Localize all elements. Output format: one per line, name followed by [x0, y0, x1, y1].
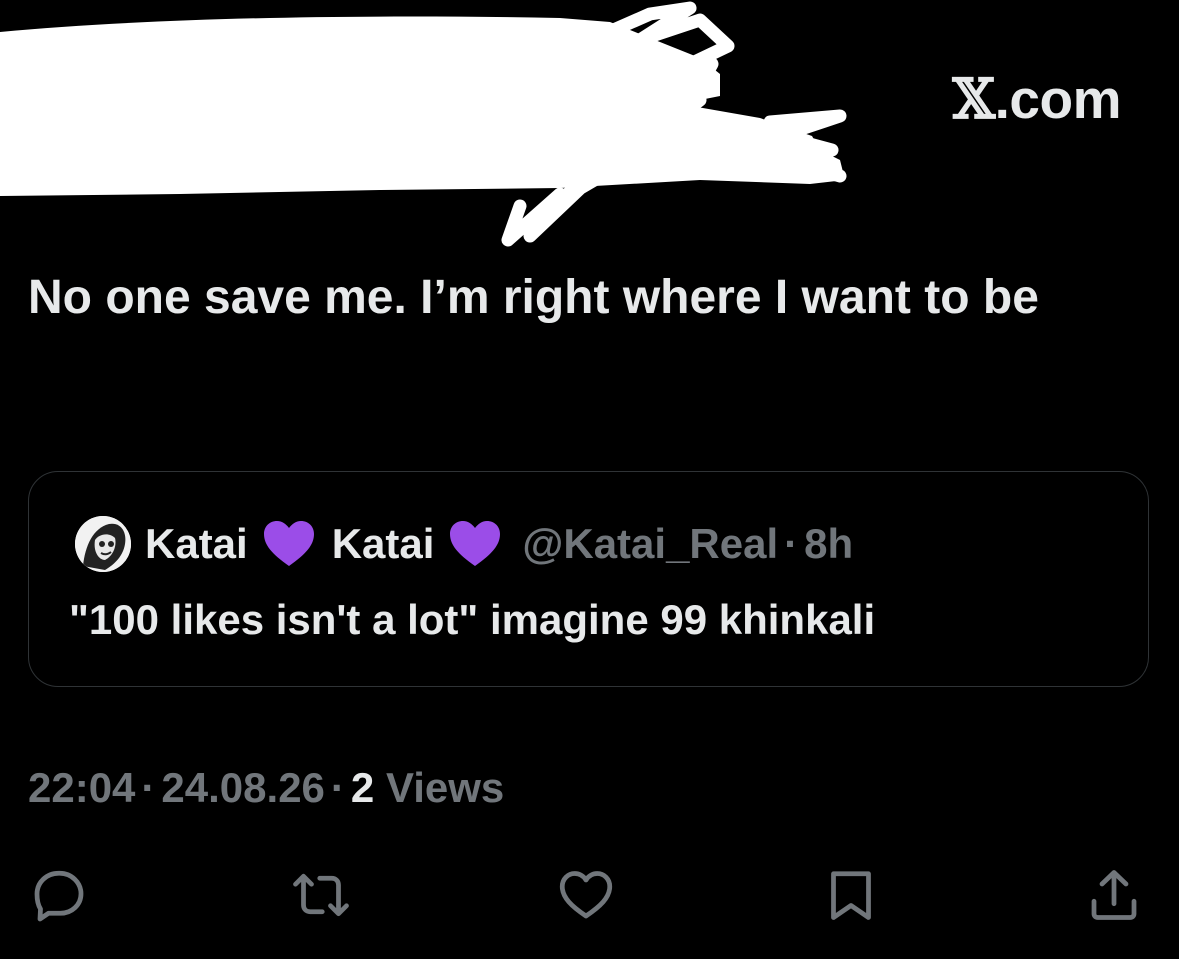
bookmark-button[interactable]	[820, 864, 882, 926]
tweet-date[interactable]: 24.08.26	[161, 764, 325, 811]
separator-dot: ·	[784, 520, 799, 567]
quoted-tweet-header: Katai Katai @Katai_Real · 8h	[75, 515, 853, 573]
tweet-time[interactable]: 22:04	[28, 764, 135, 811]
share-icon	[1091, 870, 1137, 920]
reply-icon	[34, 870, 84, 922]
avatar-image-icon	[75, 516, 131, 572]
retweet-button[interactable]	[290, 864, 352, 926]
brand-domain: .com	[994, 68, 1122, 130]
purple-heart-icon	[263, 521, 314, 566]
bookmark-icon	[831, 871, 871, 920]
quoted-display-name[interactable]: Katai	[145, 520, 248, 568]
share-button[interactable]	[1083, 864, 1145, 926]
quoted-handle[interactable]: @Katai_Real	[522, 520, 778, 568]
quoted-timestamp[interactable]: 8h	[804, 520, 853, 568]
heart-icon	[559, 871, 613, 919]
avatar[interactable]	[75, 516, 131, 572]
quoted-display-name-2[interactable]: Katai	[332, 520, 435, 568]
views-label[interactable]: Views	[386, 764, 504, 811]
separator-dot: ·	[141, 764, 156, 811]
like-button[interactable]	[555, 864, 617, 926]
tweet-text: No one save me. I’m right where I want t…	[28, 271, 1039, 324]
quoted-tweet-text: "100 likes isn't a lot" imagine 99 khink…	[69, 596, 876, 643]
views-count[interactable]: 2	[351, 764, 374, 811]
purple-heart-icon	[450, 521, 501, 566]
redaction-scribble	[0, 1, 847, 247]
retweet-icon	[293, 873, 349, 917]
x-brand-logo: 𝕏.com	[952, 66, 1121, 131]
tweet-meta: 22:04 · 24.08.26 · 2 Views	[28, 764, 504, 812]
separator-dot: ·	[330, 764, 345, 811]
quoted-tweet-card[interactable]: Katai Katai @Katai_Real · 8h "100 likes …	[28, 471, 1149, 687]
x-logo-icon: 𝕏	[952, 66, 995, 131]
reply-button[interactable]	[28, 864, 90, 926]
